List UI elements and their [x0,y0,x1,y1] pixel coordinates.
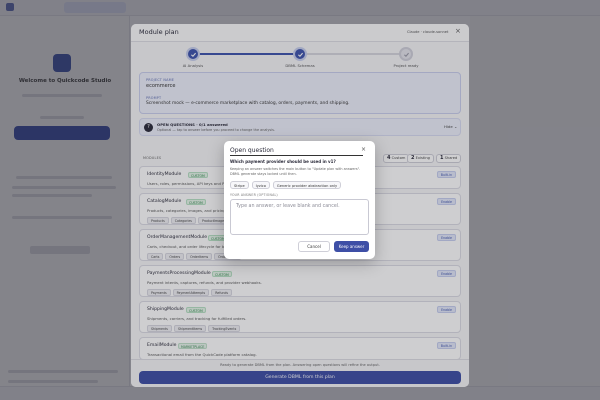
open-question-dialog: Open question × Which payment provider s… [224,141,375,259]
help-text: Keeping an answer switches the main butt… [230,167,361,176]
dialog-title: Open question [230,147,274,154]
close-icon[interactable]: × [361,146,366,153]
answer-input[interactable] [230,199,369,235]
cancel-button[interactable]: Cancel [298,241,330,252]
keep-answer-button[interactable]: Keep answer [334,241,369,252]
suggestion-chip-stripe[interactable]: Stripe [230,181,249,189]
title-divider [230,155,363,156]
suggestion-chips: Stripe Iyzico Generic provider abstracti… [230,181,342,189]
suggestion-chip-iyzico[interactable]: Iyzico [251,181,270,189]
question-text: Which payment provider should be used in… [230,159,336,164]
answer-label: YOUR ANSWER (OPTIONAL) [230,193,278,197]
suggestion-chip-generic[interactable]: Generic provider abstraction only [272,181,342,189]
